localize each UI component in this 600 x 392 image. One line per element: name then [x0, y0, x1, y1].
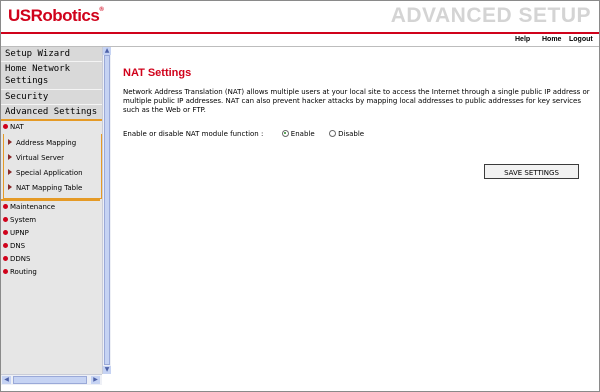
- bullet-icon: [3, 255, 8, 261]
- logout-link[interactable]: Logout: [569, 36, 593, 43]
- sidebar-item-nat[interactable]: NAT: [1, 121, 102, 134]
- arrow-right-icon: [8, 139, 12, 145]
- nat-toggle-row: Enable or disable NAT module function : …: [123, 129, 365, 138]
- sidebar: Setup Wizard Home Network Settings Secur…: [1, 47, 102, 374]
- bullet-icon: [3, 242, 8, 248]
- nat-description: Network Address Translation (NAT) allows…: [123, 88, 590, 114]
- sidebar-item-upnp[interactable]: UPNP: [1, 227, 102, 240]
- nat-toggle-label: Enable or disable NAT module function :: [123, 130, 264, 138]
- page-title: NAT Settings: [123, 67, 192, 79]
- scrollbar-thumb[interactable]: [13, 376, 87, 384]
- sidebar-item-system[interactable]: System: [1, 214, 102, 227]
- home-link[interactable]: Home: [542, 36, 561, 43]
- sidebar-item-special-application[interactable]: Special Application: [4, 166, 101, 181]
- usrobotics-logo: USRobotics®: [8, 6, 104, 25]
- page-section-title: ADVANCED SETUP: [390, 4, 591, 27]
- bullet-icon: [3, 216, 8, 222]
- sidebar-item-label: NAT: [10, 123, 24, 131]
- sidebar-item-dns[interactable]: DNS: [1, 240, 102, 253]
- bullet-icon: [3, 123, 8, 129]
- sidebar-item-maintenance[interactable]: Maintenance: [1, 201, 102, 214]
- sidebar-item-address-mapping[interactable]: Address Mapping: [4, 136, 101, 151]
- save-settings-button[interactable]: SAVE SETTINGS: [484, 164, 579, 179]
- arrow-right-icon: [8, 184, 12, 190]
- sidebar-item-home-network-settings[interactable]: Home Network Settings: [1, 62, 102, 90]
- disable-radio[interactable]: [329, 129, 337, 137]
- sidebar-item-nat-mapping-table[interactable]: NAT Mapping Table: [4, 181, 101, 196]
- arrow-right-icon: [8, 154, 12, 160]
- sidebar-item-security[interactable]: Security: [1, 90, 102, 105]
- enable-radio[interactable]: [281, 129, 289, 137]
- sidebar-item-routing[interactable]: Routing: [1, 266, 102, 279]
- main-content: NAT Settings Network Address Translation…: [111, 47, 599, 391]
- scroll-left-icon[interactable]: ◀: [2, 376, 11, 384]
- bullet-icon: [3, 229, 8, 235]
- sidebar-vertical-scrollbar[interactable]: ▲ ▼: [102, 47, 111, 374]
- enable-label: Enable: [290, 130, 315, 138]
- help-link[interactable]: Help: [515, 36, 530, 43]
- disable-label: Disable: [338, 130, 365, 138]
- scroll-right-icon[interactable]: ▶: [91, 376, 100, 384]
- bullet-icon: [3, 203, 8, 209]
- scrollbar-thumb[interactable]: [104, 55, 110, 365]
- arrow-right-icon: [8, 169, 12, 175]
- top-nav: Help Home Logout: [1, 34, 599, 46]
- scroll-down-icon[interactable]: ▼: [103, 366, 111, 374]
- router-admin-window: USRobotics® ADVANCED SETUP Help Home Log…: [0, 0, 600, 392]
- sidebar-item-virtual-server[interactable]: Virtual Server: [4, 151, 101, 166]
- bullet-icon: [3, 268, 8, 274]
- sidebar-item-advanced-settings[interactable]: Advanced Settings: [1, 105, 102, 121]
- sidebar-horizontal-scrollbar[interactable]: ◀ ▶: [1, 374, 102, 385]
- scroll-up-icon[interactable]: ▲: [103, 47, 111, 55]
- sidebar-item-setup-wizard[interactable]: Setup Wizard: [1, 47, 102, 62]
- sidebar-item-ddns[interactable]: DDNS: [1, 253, 102, 266]
- header: USRobotics® ADVANCED SETUP: [1, 1, 599, 33]
- nat-submenu: Address Mapping Virtual Server Special A…: [3, 134, 102, 199]
